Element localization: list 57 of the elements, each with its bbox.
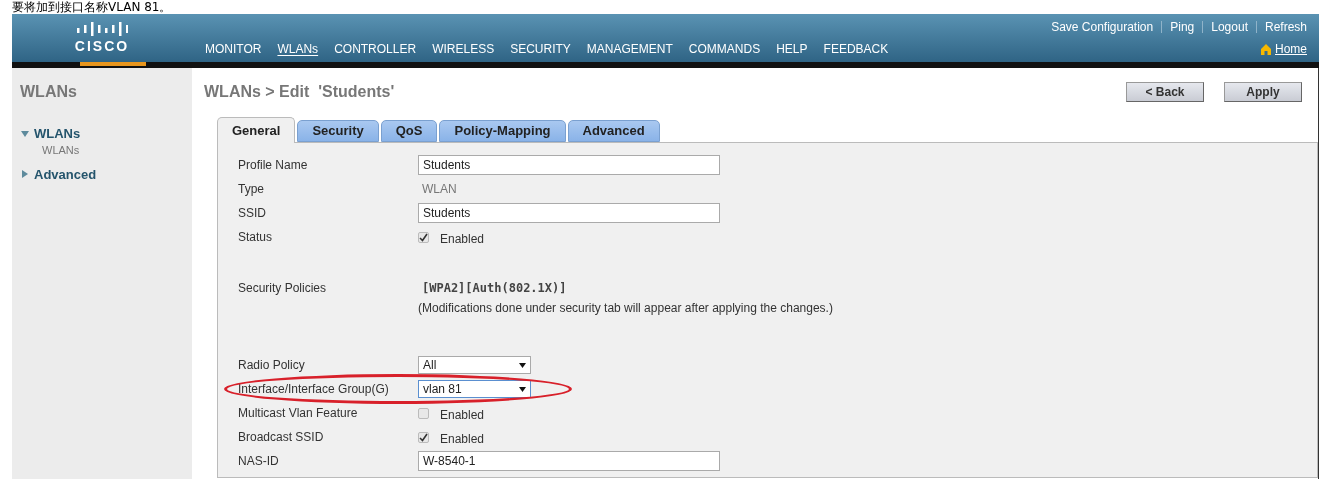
logo-text: CISCO [74,38,130,54]
checkbox-label: Enabled [440,407,485,424]
logo-bars-icon [76,22,128,38]
home-icon[interactable] [1261,43,1271,55]
dropdown[interactable]: All [418,356,531,374]
header-link[interactable]: Ping [1170,18,1195,36]
header-link[interactable]: Refresh [1264,18,1307,36]
sidebar-subitem[interactable]: WLANs [20,143,192,157]
policy-note: (Modifications done under security tab will appear after applying the changes.) [418,300,833,317]
action-button[interactable]: < Back [1126,82,1204,102]
sidebar-item[interactable]: Advanced [34,164,97,184]
field-label: Status [238,229,274,246]
header-link[interactable]: Logout [1211,18,1248,36]
sidebar-item[interactable]: WLANs [34,124,81,144]
input-field[interactable]: Students [418,203,720,223]
checkbox[interactable] [418,431,429,443]
field-label: SSID [238,205,267,222]
field-label: Broadcast SSID [238,429,325,446]
input-field[interactable]: Students [418,155,720,175]
menu-item[interactable]: FEEDBACK [823,40,889,58]
caret-right-icon[interactable] [22,170,28,179]
tab[interactable]: Advanced [567,120,660,142]
menu-item[interactable]: WIRELESS [432,40,495,58]
checkbox[interactable] [418,231,429,243]
field-label: Type [238,181,265,198]
field-label: Radio Policy [238,357,306,374]
caption-text: 要将加到接口名称VLAN 81。 [11,0,173,14]
security-policy-value: [WPA2][Auth(802.1X)] [421,280,568,297]
page-title: WLANs > Edit 'Students' [204,82,395,102]
tab[interactable]: General [217,117,296,143]
field-label: Multicast Vlan Feature [238,405,359,422]
field-value: WLAN [421,181,457,198]
menu-item[interactable]: WLANs [277,40,319,58]
field-label: Profile Name [238,157,309,174]
input-field[interactable]: W-8540-1 [418,451,720,471]
caret-down-icon[interactable] [519,386,526,392]
field-label: NAS-ID [238,453,280,470]
tab[interactable]: Security [297,120,379,142]
dropdown[interactable]: vlan 81 [418,380,531,398]
caret-down-icon[interactable] [519,362,526,368]
sidebar-title: WLANs [20,82,78,102]
menu-item[interactable]: CONTROLLER [334,40,417,58]
tab[interactable]: QoS [380,120,438,142]
menu-item[interactable]: HELP [776,40,808,58]
menu-item[interactable]: COMMANDS [688,40,761,58]
menu-item[interactable]: SECURITY [510,40,571,58]
menu-item[interactable]: MONITOR [205,40,262,58]
field-label: Security Policies [238,280,328,297]
checkbox-label: Enabled [440,231,485,248]
tab[interactable]: Policy-Mapping [439,120,566,142]
home-link[interactable]: Home [1275,40,1307,58]
checkbox-label: Enabled [440,431,485,448]
action-button[interactable]: Apply [1224,82,1302,102]
menu-item[interactable]: MANAGEMENT [586,40,673,58]
header-link[interactable]: Save Configuration [1051,18,1154,36]
field-label: Interface/Interface Group(G) [238,381,390,398]
checkbox[interactable] [418,407,429,419]
